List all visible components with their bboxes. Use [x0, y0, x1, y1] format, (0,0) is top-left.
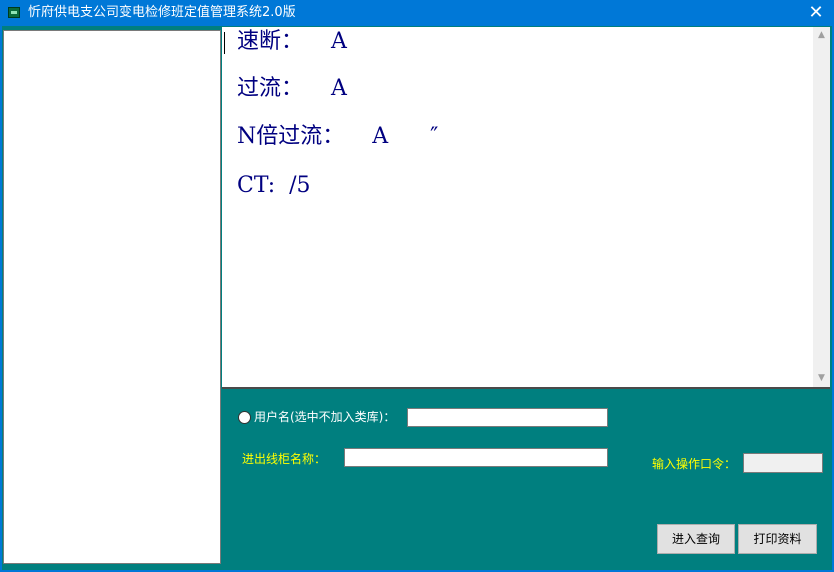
overcurrent-line: 过流： A: [237, 76, 347, 101]
title-bar[interactable]: 忻府供电支公司变电检修班定值管理系统2.0版 ✕: [0, 0, 834, 26]
close-icon[interactable]: ✕: [806, 3, 826, 23]
password-input[interactable]: [743, 453, 823, 473]
n-times-overcurrent-line: N倍过流： A ″: [237, 124, 439, 149]
cabinet-name-label: 进出线柜名称：: [242, 452, 327, 466]
cabinet-name-input[interactable]: [344, 448, 608, 467]
ct-ratio-line: CT: /5: [237, 173, 311, 198]
username-label: 用户名(选中不加入类库)：: [254, 410, 396, 424]
username-radio[interactable]: [238, 411, 251, 424]
vertical-scrollbar[interactable]: ▲ ▼: [813, 27, 830, 387]
username-input[interactable]: [407, 408, 608, 427]
main-window: 忻府供电支公司变电检修班定值管理系统2.0版 ✕ 速断： A 过流： A N倍过…: [0, 0, 834, 572]
query-button[interactable]: 进入查询: [657, 524, 735, 554]
print-button[interactable]: 打印资料: [738, 524, 817, 554]
instant-trip-line: 速断： A: [237, 29, 347, 54]
text-caret: [224, 32, 225, 54]
scroll-down-icon[interactable]: ▼: [813, 370, 830, 387]
window-title: 忻府供电支公司变电检修班定值管理系统2.0版: [28, 5, 296, 20]
app-icon: [8, 7, 20, 18]
password-label: 输入操作口令：: [652, 457, 737, 471]
scroll-up-icon[interactable]: ▲: [813, 27, 830, 44]
settings-text-area[interactable]: 速断： A 过流： A N倍过流： A ″ CT: /5 ▲ ▼: [222, 27, 830, 389]
left-border: [0, 26, 2, 570]
tree-list-panel[interactable]: [3, 30, 221, 564]
